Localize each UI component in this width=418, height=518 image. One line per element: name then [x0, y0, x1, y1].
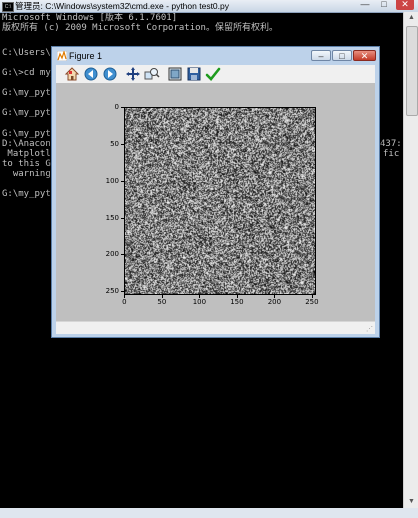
figure-minimize-button[interactable]: – — [311, 50, 331, 61]
cmd-window-title: 管理员: C:\Windows\system32\cmd.exe - pytho… — [15, 1, 229, 11]
x-tick-mark — [236, 295, 238, 298]
y-tick-mark — [121, 217, 124, 219]
home-icon[interactable] — [64, 66, 80, 82]
back-icon[interactable] — [83, 66, 99, 82]
console-line-fragment: 437: — [380, 139, 402, 149]
x-tick-mark — [161, 295, 163, 298]
y-tick-label: 0 — [114, 103, 119, 112]
scrollbar-thumb[interactable] — [406, 26, 418, 116]
cmd-scrollbar[interactable]: ▲ ▼ — [403, 12, 418, 508]
figure-maximize-button[interactable]: □ — [332, 50, 352, 61]
x-tick-mark — [124, 295, 126, 298]
y-tick-label: 200 — [105, 250, 119, 259]
x-tick-mark — [199, 295, 201, 298]
forward-icon[interactable] — [102, 66, 118, 82]
x-tick-label: 0 — [122, 298, 127, 306]
x-tick-label: 250 — [305, 298, 319, 306]
figure-toolbar — [56, 65, 375, 83]
figure-titlebar[interactable]: Figure 1 – □ ✕ — [52, 47, 379, 65]
noise-image — [125, 108, 315, 294]
figure-title: Figure 1 — [69, 51, 103, 61]
console-line: 版权所有 (c) 2009 Microsoft Corporation。保留所有… — [2, 23, 278, 33]
save-icon[interactable] — [186, 66, 202, 82]
console-line: D:\Anacond — [2, 139, 57, 149]
cmd-minimize-button[interactable]: — — [357, 0, 373, 10]
y-tick-mark — [121, 254, 124, 256]
resize-grip-icon[interactable]: ⋰ — [366, 326, 374, 334]
cmd-maximize-button[interactable]: □ — [376, 0, 392, 10]
console-line: C:\Users\A — [2, 48, 57, 58]
subplots-icon[interactable] — [167, 66, 183, 82]
console-line: G:\my_pyth — [2, 189, 57, 199]
console-line: Microsoft Windows [版本 6.1.7601] — [2, 13, 178, 23]
x-tick-label: 200 — [267, 298, 282, 306]
figure-close-button[interactable]: ✕ — [353, 50, 376, 61]
cmd-bottom-edge — [0, 508, 418, 518]
zoom-icon[interactable] — [144, 66, 160, 82]
cmd-titlebar[interactable]: C:\ 管理员: C:\Windows\system32\cmd.exe - p… — [0, 0, 418, 13]
scroll-up-arrow-icon[interactable]: ▲ — [404, 12, 418, 24]
x-tick-mark — [274, 295, 276, 298]
figure-window: Figure 1 – □ ✕ 0 50 100 150 200 250 0 50… — [51, 46, 380, 338]
cmd-icon: C:\ — [2, 2, 14, 12]
scroll-down-arrow-icon[interactable]: ▼ — [404, 496, 418, 508]
y-tick-mark — [121, 180, 124, 182]
y-tick-label: 50 — [110, 140, 119, 149]
x-tick-label: 50 — [157, 298, 167, 306]
edit-icon[interactable] — [205, 66, 221, 82]
y-tick-mark — [121, 144, 124, 146]
y-tick-mark — [121, 290, 124, 292]
pan-icon[interactable] — [125, 66, 141, 82]
console-line: G:\>cd my_ — [2, 68, 57, 78]
cmd-close-button[interactable]: ✕ — [396, 0, 414, 10]
console-line: warnings — [2, 169, 57, 179]
x-tick-mark — [311, 295, 313, 298]
image-axes[interactable] — [124, 107, 316, 295]
console-line: Matplotli — [2, 149, 57, 159]
console-line-fragment: fic — [383, 149, 400, 159]
figure-statusbar: ⋰ — [56, 321, 375, 334]
y-tick-mark — [121, 107, 124, 109]
matplotlib-logo-icon — [57, 51, 67, 61]
console-line: G:\my_pyth — [2, 129, 57, 139]
x-tick-label: 150 — [230, 298, 244, 306]
console-line: G:\my_pyth — [2, 108, 57, 118]
y-tick-label: 100 — [105, 176, 119, 185]
console-line: G:\my_pyth — [2, 88, 57, 98]
y-tick-label: 250 — [105, 286, 119, 295]
x-tick-label: 100 — [192, 298, 207, 306]
y-tick-label: 150 — [105, 213, 119, 222]
console-line: to this GU — [2, 159, 57, 169]
figure-canvas[interactable]: 0 50 100 150 200 250 0 50 100 150 200 250 — [56, 83, 375, 321]
